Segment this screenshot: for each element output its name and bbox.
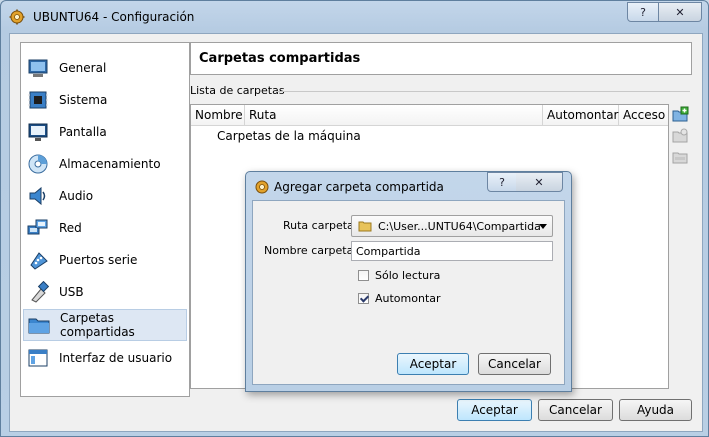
close-icon: ✕ [534, 175, 544, 189]
automount-label: Automontar [375, 292, 441, 305]
folder-path-combobox[interactable]: C:\User...UNTU64\Compartida [351, 215, 553, 237]
speaker-icon [29, 186, 46, 206]
sidebar-item-label: Puertos serie [59, 253, 138, 267]
sidebar-item-label: Audio [59, 189, 94, 203]
usb-icon [31, 281, 49, 303]
sidebar-item-usb[interactable]: USB [23, 277, 187, 307]
sidebar-item-sistema[interactable]: Sistema [23, 85, 187, 115]
help-button[interactable]: Ayuda [619, 399, 692, 421]
readonly-checkbox-row[interactable]: Sólo lectura [358, 269, 440, 282]
dialog-close-button[interactable]: ✕ [516, 172, 563, 192]
title-help-button[interactable]: ? [627, 2, 659, 22]
folder-name-input[interactable] [351, 241, 553, 261]
sidebar-item-red[interactable]: Red [23, 213, 187, 243]
sidebar-item-label: General [59, 61, 107, 75]
automount-checkbox-row[interactable]: Automontar [358, 292, 441, 305]
column-header-acceso[interactable]: Acceso [619, 105, 668, 125]
gear-icon [9, 9, 25, 25]
sidebar-item-label: Interfaz de usuario [59, 351, 173, 365]
remove-folder-icon [672, 152, 688, 164]
sidebar-item-label: Pantalla [59, 125, 107, 139]
page-title: Carpetas compartidas [199, 51, 361, 66]
sidebar-item-almacenamiento[interactable]: Almacenamiento [23, 149, 187, 179]
sidebar-item-label: USB [59, 285, 84, 299]
sidebar-item-carpetas-compartidas[interactable]: Carpetas compartidas [23, 309, 187, 341]
automount-checkbox[interactable] [358, 293, 369, 304]
chevron-down-icon[interactable] [539, 224, 547, 229]
disk-icon [28, 154, 48, 174]
settings-sidebar: General Sistema Pantalla Almacenamiento … [20, 42, 190, 397]
close-icon: ✕ [675, 5, 685, 19]
dialog-ok-button[interactable]: Aceptar [397, 353, 469, 375]
add-shared-folder-dialog: Agregar carpeta compartida ? ✕ Ruta carp… [245, 171, 572, 392]
column-header-ruta[interactable]: Ruta [245, 105, 543, 125]
folder-list-group-label: Lista de carpetas [190, 84, 285, 97]
ui-window-icon [28, 349, 48, 367]
chip-icon [28, 91, 48, 109]
title-bar[interactable]: UBUNTU64 - Configuración ? ✕ [1, 1, 708, 33]
help-icon: ? [499, 175, 505, 189]
dialog-help-button[interactable]: ? [487, 172, 517, 192]
table-header: Nombre Ruta Automontar Acceso [191, 105, 668, 126]
add-folder-icon[interactable] [671, 106, 689, 124]
sidebar-item-label: Red [59, 221, 82, 235]
network-icon [27, 219, 48, 235]
table-row[interactable]: Carpetas de la máquina [217, 129, 361, 143]
sidebar-item-interfaz-de-usuario[interactable]: Interfaz de usuario [23, 343, 187, 373]
sidebar-item-label: Sistema [59, 93, 108, 107]
group-divider [276, 91, 690, 92]
edit-folder-icon [672, 128, 688, 143]
name-label: Nombre carpeta: [264, 244, 358, 257]
column-header-automontar[interactable]: Automontar [543, 105, 619, 125]
help-icon: ? [640, 5, 646, 19]
title-close-button[interactable]: ✕ [659, 2, 702, 22]
sidebar-item-audio[interactable]: Audio [23, 181, 187, 211]
dialog-client: Ruta carpeta: C:\User...UNTU64\Compartid… [252, 200, 565, 385]
general-icon [28, 59, 48, 77]
dialog-title: Agregar carpeta compartida [274, 180, 444, 194]
monitor-icon [28, 123, 48, 141]
sidebar-item-general[interactable]: General [23, 53, 187, 83]
serial-port-icon [30, 252, 48, 270]
cancel-button[interactable]: Cancelar [538, 399, 613, 421]
page-header: Carpetas compartidas [190, 42, 692, 75]
sidebar-item-label: Carpetas compartidas [60, 311, 135, 339]
sidebar-item-puertos-serie[interactable]: Puertos serie [23, 245, 187, 275]
readonly-label: Sólo lectura [375, 269, 441, 282]
sidebar-item-pantalla[interactable]: Pantalla [23, 117, 187, 147]
folder-icon [28, 318, 50, 334]
dialog-cancel-button[interactable]: Cancelar [478, 353, 551, 375]
folder-icon [358, 221, 372, 232]
gear-icon [255, 180, 269, 194]
path-label: Ruta carpeta: [283, 219, 358, 232]
column-header-nombre[interactable]: Nombre [191, 105, 245, 125]
window-title: UBUNTU64 - Configuración [33, 10, 195, 24]
sidebar-item-label: Almacenamiento [59, 157, 161, 171]
ok-button[interactable]: Aceptar [457, 399, 532, 421]
readonly-checkbox[interactable] [358, 270, 369, 281]
folder-path-value: C:\User...UNTU64\Compartida [378, 220, 541, 233]
